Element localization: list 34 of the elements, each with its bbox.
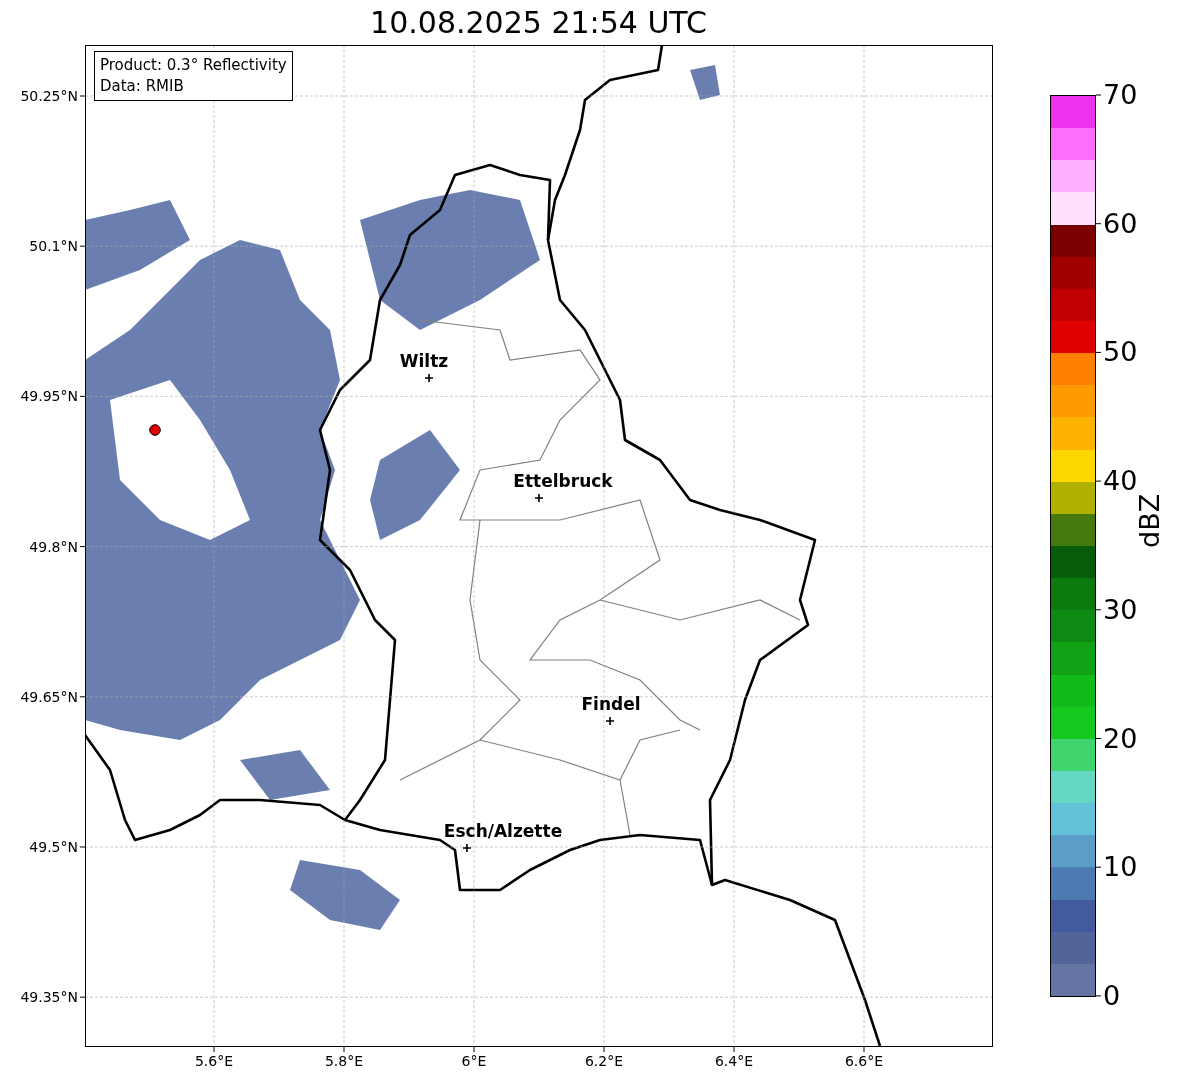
city-label: Wiltz [398,353,450,370]
colorbar-label: dBZ [1136,493,1163,548]
axis-tick-label: 49.8°N [28,539,78,554]
axis-tick-label: 6°E [460,1054,488,1068]
axis-tick-label: 49.95°N [19,389,78,404]
axis-tick-label: 49.5°N [28,840,78,854]
axis-tick-label: 6.2°E [583,1054,625,1068]
colorbar-tick-label: 40 [1103,467,1138,495]
colorbar-tick-label: 70 [1103,81,1138,108]
axis-tick-label: 49.35°N [19,990,78,1005]
axis-tick-label: 49.65°N [19,689,78,704]
axis-tick-label: 5.8°E [323,1054,365,1068]
city-label: Esch/Alzette [442,823,564,840]
city-label: Findel [580,696,642,713]
chart-title: 10.08.2025 21:54 UTC [369,8,708,38]
city-label: Ettelbruck [512,473,614,490]
colorbar-tick-label: 50 [1103,338,1138,366]
info-text: Product: 0.3° Reflectivity [100,55,287,76]
colorbar-tick-label: 60 [1103,209,1138,237]
axis-tick-label: 6.4°E [713,1054,755,1068]
colorbar-tick-label: 10 [1103,853,1138,881]
city-marker-icon [535,494,543,502]
info-text: Data: RMIB [100,76,185,97]
radar-site-icon [149,424,161,436]
city-marker-icon [463,844,471,852]
axis-tick-label: 5.6°E [193,1054,235,1068]
axis-tick-label: 6.6°E [843,1054,885,1068]
axis-tick-label: 50.1°N [28,239,78,254]
city-marker-icon [606,717,614,725]
axis-tick-label: 50.25°N [19,89,78,103]
colorbar-tick-label: 30 [1103,595,1138,623]
city-marker-icon [425,374,433,382]
colorbar-tick-label: 0 [1103,981,1121,1009]
colorbar-tick-label: 20 [1103,724,1138,752]
